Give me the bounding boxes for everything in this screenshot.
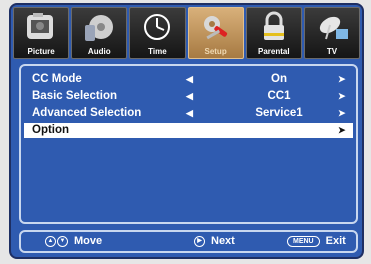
right-arrow-icon[interactable]: ➤ <box>338 72 346 87</box>
tab-label: Setup <box>204 47 227 56</box>
tab-picture[interactable]: Picture <box>13 7 70 59</box>
menu-row-option[interactable]: Option ➤ <box>24 123 353 138</box>
tab-bar: Picture Audio Time Setup Parental TV <box>13 7 361 59</box>
row-value: CC1 <box>267 90 291 102</box>
tab-tv[interactable]: TV <box>303 7 361 59</box>
next-hint: ▶ Next <box>194 232 235 251</box>
tab-label: Parental <box>257 47 290 56</box>
tab-setup[interactable]: Setup <box>187 7 244 59</box>
tab-label: Picture <box>27 47 55 56</box>
left-arrow-icon[interactable]: ◀ <box>186 106 193 121</box>
row-value: On <box>271 73 287 85</box>
row-label: Basic Selection <box>32 90 118 102</box>
tab-label: Time <box>148 47 167 56</box>
tab-label: TV <box>326 47 338 56</box>
exit-label: Exit <box>325 235 346 247</box>
exit-hint: MENU Exit <box>287 232 346 251</box>
right-arrow-icon[interactable]: ➤ <box>338 106 346 121</box>
move-label: Move <box>74 235 103 247</box>
right-arrow-icon[interactable]: ➤ <box>338 123 346 138</box>
tab-label: Audio <box>87 47 111 56</box>
left-arrow-icon[interactable]: ◀ <box>186 89 193 104</box>
lock-icon <box>263 11 284 40</box>
osd-menu: Picture Audio Time Setup Parental TV CC … <box>9 3 364 259</box>
tab-time[interactable]: Time <box>129 7 186 59</box>
tab-parental[interactable]: Parental <box>245 7 302 59</box>
row-label: Option <box>32 124 70 136</box>
satellite-dish-icon <box>319 16 348 40</box>
up-down-keys-icon: ▲ ▼ <box>45 236 68 247</box>
clock-icon <box>144 14 171 40</box>
right-arrow-icon[interactable]: ➤ <box>338 89 346 104</box>
menu-row-basic-selection[interactable]: Basic Selection ◀ CC1 ➤ <box>24 89 353 104</box>
menu-key-icon: MENU <box>287 236 320 247</box>
help-bar: ▲ ▼ Move ▶ Next MENU Exit <box>19 230 358 253</box>
next-label: Next <box>211 235 235 247</box>
setup-options-panel: CC Mode ◀ On ➤ Basic Selection ◀ CC1 ➤ A… <box>19 64 358 224</box>
row-label: CC Mode <box>32 73 82 85</box>
next-key-icon: ▶ <box>194 236 205 247</box>
audio-icon <box>85 15 114 41</box>
row-value: Service1 <box>255 107 303 119</box>
setup-tools-icon <box>203 16 227 40</box>
menu-row-cc-mode[interactable]: CC Mode ◀ On ➤ <box>24 72 353 87</box>
tab-audio[interactable]: Audio <box>71 7 128 59</box>
left-arrow-icon[interactable]: ◀ <box>186 72 193 87</box>
move-hint: ▲ ▼ Move <box>45 232 102 251</box>
row-label: Advanced Selection <box>32 107 142 119</box>
menu-row-advanced-selection[interactable]: Advanced Selection ◀ Service1 ➤ <box>24 106 353 121</box>
picture-icon <box>27 13 54 39</box>
